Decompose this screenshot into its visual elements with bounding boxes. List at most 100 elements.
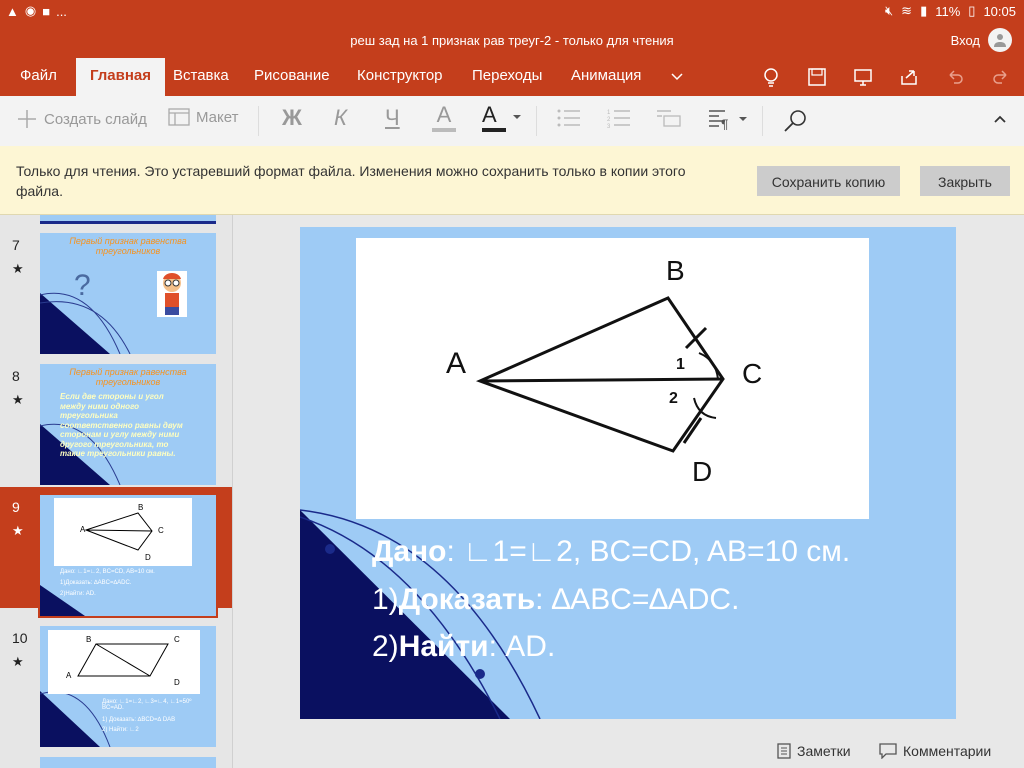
highlight-button[interactable]: A	[432, 102, 456, 132]
wifi-icon: ≋	[901, 3, 913, 18]
tab-transitions[interactable]: Переходы	[472, 58, 542, 96]
ribbon-tabs: Файл Главная Вставка Рисование Конструкт…	[0, 58, 1024, 96]
numbered-list-icon[interactable]: 123	[607, 108, 631, 128]
layout-icon	[168, 108, 190, 126]
comments-button[interactable]: Комментарии	[879, 743, 991, 759]
slide-thumbnails-panel[interactable]: 7 ★ Первый признак равенства треугольник…	[0, 215, 233, 768]
slide-thumbnail[interactable]: Первый признак равенства треугольников ?	[40, 233, 216, 354]
sign-in-button[interactable]: Вход	[951, 28, 1012, 52]
clock: 10:05	[983, 3, 1016, 19]
given-label: Дано	[372, 535, 447, 568]
layout-button[interactable]: Макет	[168, 108, 238, 126]
bullet-list-icon[interactable]	[557, 108, 581, 128]
search-icon[interactable]	[782, 108, 808, 134]
slide-thumbnail-row[interactable]: 10 ★ A B C D Дано: ∟1=∟2, ∟3=∟4, ∟1=50º …	[0, 618, 232, 747]
close-button[interactable]: Закрыть	[920, 166, 1010, 196]
slide-thumbnail-partial[interactable]	[40, 215, 216, 224]
slide-decoration	[40, 292, 131, 354]
comment-icon	[879, 743, 897, 759]
svg-text:C: C	[174, 635, 180, 644]
notes-button[interactable]: Заметки	[777, 743, 851, 759]
slide-thumbnail-row-selected[interactable]: 9 ★ A B C D Дано: ∟1=∟2, BC=CD, AB=10 см…	[0, 487, 232, 618]
indent-icon[interactable]	[656, 108, 682, 128]
angle-label-1: 1	[676, 356, 685, 373]
undo-icon[interactable]	[932, 64, 978, 90]
slide-thumbnail[interactable]: Первый признак равенства треугольников Е…	[40, 364, 216, 485]
thumbnail-text-find: 2) Найти: ∟2	[102, 727, 139, 733]
given-line: Дано: ∟1=∟2, BC=CD, AB=10 см.	[372, 535, 850, 569]
given-text: : ∟1=∟2, BC=CD, AB=10 см.	[446, 535, 851, 568]
prove-label: Доказать	[398, 583, 536, 616]
current-slide[interactable]: A B C D 1 2 Дано: ∟1=∟2, BC=CD, AB=10 см…	[300, 227, 956, 719]
slide-thumbnail[interactable]: A B C D Дано: ∟1=∟2, ∟3=∟4, ∟1=50º BC=AD…	[40, 626, 216, 747]
save-copy-button[interactable]: Сохранить копию	[757, 166, 900, 196]
home-toolbar: Создать слайд Макет Ж К Ч A A 123 ¶	[0, 96, 1024, 147]
sign-in-label: Вход	[950, 32, 980, 48]
font-color-button[interactable]: A	[482, 102, 522, 132]
bold-button[interactable]: Ж	[282, 105, 302, 131]
separator	[762, 106, 763, 136]
svg-text:B: B	[138, 503, 143, 512]
font-color-letter: A	[482, 102, 497, 127]
prove-text: : ∆ABC=∆ADC.	[535, 583, 740, 616]
mute-icon: 🔇︎	[884, 3, 894, 18]
slide-number: 7	[12, 237, 20, 253]
notification-icon: ▲	[6, 3, 19, 19]
paragraph-icon[interactable]: ¶	[708, 108, 748, 130]
tab-file[interactable]: Файл	[20, 58, 57, 96]
tab-design[interactable]: Конструктор	[357, 58, 443, 96]
more-notifications: ...	[56, 3, 67, 19]
highlight-letter: A	[436, 102, 452, 127]
thumbnail-text-find: 2)Найти: AD.	[60, 591, 96, 597]
new-slide-button[interactable]: Создать слайд	[16, 108, 147, 130]
italic-button[interactable]: К	[334, 105, 347, 131]
underline-button[interactable]: Ч	[385, 105, 400, 131]
collapse-ribbon-icon[interactable]	[993, 114, 1007, 124]
animation-star-icon: ★	[12, 654, 24, 669]
vertex-label-c: C	[742, 358, 762, 389]
svg-text:D: D	[145, 553, 151, 562]
find-prefix: 2)	[372, 630, 399, 663]
notes-label: Заметки	[797, 743, 851, 759]
title-bar: реш зад на 1 признак рав треуг-2 - тольк…	[0, 24, 1024, 58]
battery-percent: 11%	[935, 3, 961, 19]
svg-text:B: B	[86, 635, 91, 644]
prove-line: 1)Доказать: ∆ABC=∆ADC.	[372, 583, 739, 617]
save-icon[interactable]	[794, 64, 840, 90]
document-title: реш зад на 1 признак рав треуг-2 - тольк…	[350, 33, 674, 48]
font-color-glyph: A	[482, 102, 506, 132]
plus-icon	[18, 110, 36, 128]
find-label: Найти	[398, 630, 489, 663]
chevron-down-icon[interactable]	[670, 58, 684, 96]
new-slide-label: Создать слайд	[44, 110, 147, 128]
highlight-swatch	[432, 128, 456, 132]
vertex-label-a: A	[446, 347, 466, 380]
thumbnail-text: Если две стороны и угол между ними одног…	[60, 392, 183, 458]
find-text: : AD.	[488, 630, 556, 663]
triangle-figure: A B C D 1 2	[356, 238, 869, 519]
battery-icon: ▯	[968, 3, 976, 18]
present-icon[interactable]	[840, 64, 886, 90]
slide-thumbnail[interactable]: A B C D Дано: ∟1=∟2, BC=CD, AB=10 см. 1)…	[38, 493, 218, 618]
thumbnail-text-prove: 1) Доказать: ∆BCD=∆ DAB	[102, 717, 176, 723]
dropdown-caret-icon	[739, 117, 747, 121]
svg-text:D: D	[174, 678, 180, 687]
redo-icon[interactable]	[978, 64, 1024, 90]
tab-draw[interactable]: Рисование	[254, 58, 330, 96]
notification-icon: ◉	[24, 3, 37, 18]
slide-number: 9	[12, 499, 20, 515]
avatar	[988, 28, 1012, 52]
slide-thumbnail-partial[interactable]	[40, 757, 216, 768]
share-icon[interactable]	[886, 64, 932, 90]
vertex-label-d: D	[692, 456, 712, 487]
lightbulb-icon[interactable]	[748, 64, 794, 90]
tab-animation[interactable]: Анимация	[571, 58, 641, 96]
angle-label-2: 2	[669, 390, 678, 407]
slide-thumbnail-row[interactable]: 7 ★ Первый признак равенства треугольник…	[0, 225, 232, 354]
dropdown-caret-icon	[513, 115, 521, 119]
tab-insert[interactable]: Вставка	[173, 58, 229, 96]
slide-number: 10	[12, 630, 28, 646]
slide-thumbnail-row[interactable]: 8 ★ Первый признак равенства треугольник…	[0, 356, 232, 485]
tab-home[interactable]: Главная	[76, 58, 166, 96]
thumbnail-text-given: Дано: ∟1=∟2, ∟3=∟4, ∟1=50º BC=AD.	[102, 699, 192, 711]
